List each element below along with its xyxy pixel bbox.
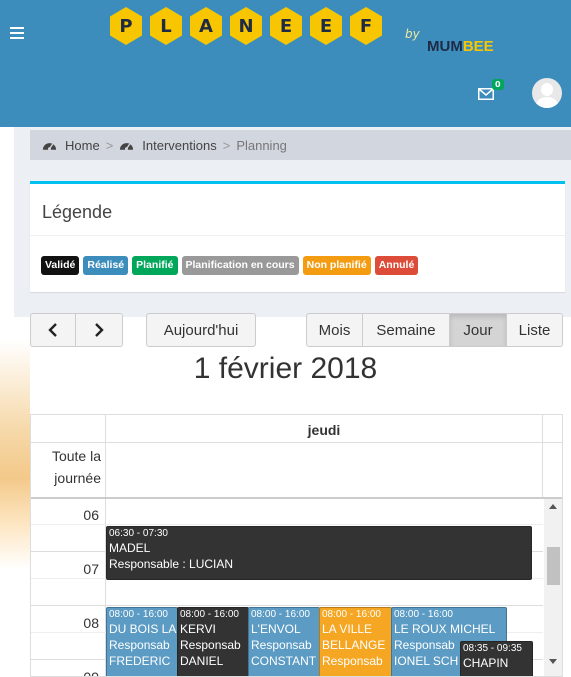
envelope-icon[interactable] [478, 88, 494, 100]
chevron-left-icon [48, 323, 57, 337]
calendar-event[interactable]: 08:00 - 16:00 KERVI Responsab DANIEL [177, 607, 249, 676]
legend-label: Réalisé [83, 256, 129, 275]
time-label: 08 [83, 615, 99, 631]
view-day-button[interactable]: Jour [449, 313, 507, 347]
dashboard-icon [42, 143, 57, 151]
view-month-button[interactable]: Mois [306, 313, 363, 347]
time-label: 09 [83, 669, 99, 677]
view-week-button[interactable]: Semaine [362, 313, 450, 347]
calendar-grid: jeudi Toute la journée 06 07 08 09 06:30… [30, 414, 563, 677]
legend-label: Planification en cours [181, 256, 299, 275]
mail-count-badge: 0 [492, 79, 504, 90]
scroll-down-icon[interactable] [549, 659, 557, 664]
breadcrumb-current: Planning [236, 137, 287, 153]
calendar-scrollbar[interactable] [544, 499, 562, 676]
breadcrumb: Home > Interventions > Planning [30, 130, 571, 160]
breadcrumb-separator: > [222, 137, 231, 153]
calendar-event[interactable]: 06:30 - 07:30 MADEL Responsable : LUCIAN [106, 526, 532, 580]
next-button[interactable] [75, 313, 123, 347]
today-button[interactable]: Aujourd'hui [146, 313, 256, 347]
scroll-up-icon[interactable] [549, 504, 557, 509]
menu-icon[interactable] [10, 27, 24, 39]
calendar-title: 1 février 2018 [193, 352, 378, 385]
legend-labels: Validé Réalisé Planifié Planification en co… [41, 256, 419, 275]
allday-label: Toute la journée [51, 448, 101, 486]
breadcrumb-separator: > [105, 137, 114, 153]
calendar-event[interactable]: 08:00 - 16:00 L'ENVOL Responsab CONSTANT [248, 607, 320, 676]
calendar-event[interactable]: 08:35 - 09:35 CHAPIN [460, 641, 533, 676]
user-avatar[interactable] [532, 78, 562, 108]
logo-letter: P [110, 7, 142, 45]
mumbee-logo: MUMBEE [427, 38, 494, 55]
breadcrumb-home[interactable]: Home [30, 138, 100, 153]
logo-letter: N [230, 7, 262, 45]
day-header: jeudi [307, 422, 341, 438]
legend-title: Légende [42, 202, 113, 222]
time-label: 07 [83, 561, 99, 577]
time-label: 06 [83, 507, 99, 523]
calendar-event[interactable]: 08:00 - 16:00 DU BOIS LA Responsab FREDE… [106, 607, 178, 676]
legend-box: Légende Validé Réalisé Planifié Planificati… [30, 181, 565, 292]
legend-divider [30, 235, 565, 236]
top-header: PLANEEF by MUMBEE 0 [0, 0, 571, 127]
legend-label: Non planifié [302, 256, 371, 275]
logo-letter: L [150, 7, 182, 45]
calendar-event[interactable]: 08:00 - 16:00 LA VILLE BELLANGE Responsa… [319, 607, 392, 676]
legend-label: Planifié [132, 256, 178, 275]
view-list-button[interactable]: Liste [506, 313, 563, 347]
prev-button[interactable] [30, 313, 76, 347]
logo-letter: E [310, 7, 342, 45]
scrollbar-thumb[interactable] [547, 547, 560, 585]
dashboard-icon [120, 143, 134, 151]
logo-letter: F [350, 7, 382, 45]
logo-by-text: by [405, 27, 420, 41]
legend-label: Validé [41, 256, 80, 275]
logo-letter: A [190, 7, 222, 45]
logo-letter: E [270, 7, 302, 45]
breadcrumb-interventions[interactable]: Interventions [119, 138, 217, 153]
chevron-right-icon [95, 323, 104, 337]
legend-label: Annulé [374, 256, 419, 275]
